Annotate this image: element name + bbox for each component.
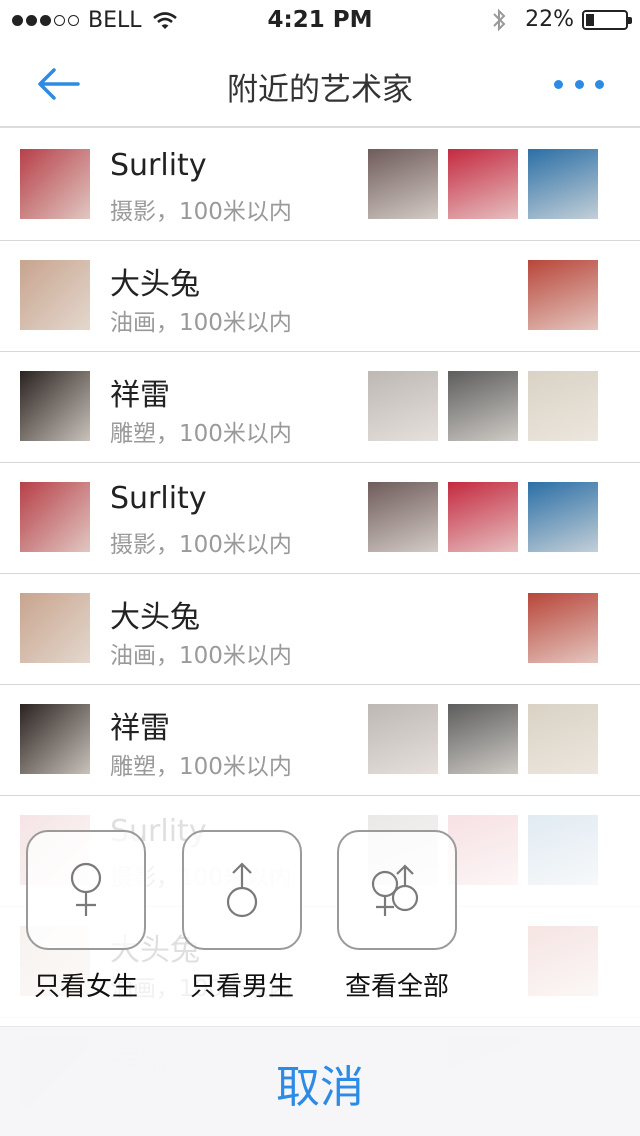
filter-label: 查看全部 [344,972,449,1002]
artwork-thumbnail[interactable] [528,260,598,330]
female-male-symbol-icon [371,864,419,916]
filter-label: 只看男生 [189,972,294,1002]
filter-icon-box[interactable] [26,830,146,950]
more-dots-icon[interactable] [554,74,604,94]
artist-name: 祥雷 [110,711,170,746]
artwork-thumbnail[interactable] [448,482,518,552]
filter-label: 只看女生 [33,972,138,1002]
cancel-label: 取消 [276,1062,364,1113]
artwork-thumbnail[interactable] [448,704,518,774]
status-bar: BELL 4:21 PM 22% [0,0,640,40]
page-title: 附近的艺术家 [227,72,413,108]
male-symbol-icon [226,862,258,918]
artist-row[interactable]: 大头兔油画，100米以内 [0,241,640,352]
artist-row[interactable]: 祥雷雕塑，100米以内 [0,685,640,796]
artist-avatar[interactable] [20,371,90,441]
artist-row[interactable]: 大头兔油画，100米以内 [0,574,640,685]
artist-name: 大头兔 [110,267,200,302]
battery-level [586,13,594,26]
artwork-thumbnail[interactable] [528,704,598,774]
filter-male-only[interactable]: 只看男生 [172,830,312,1003]
artist-row[interactable]: Surlity 摄影，100米以内 [0,463,640,574]
artwork-thumbnail[interactable] [368,149,438,219]
artist-name: 大头兔 [110,600,200,635]
bluetooth-icon [493,8,506,31]
filter-icon-box[interactable] [182,830,302,950]
battery-area: 22% [491,7,632,32]
battery-tip [628,16,632,24]
battery-icon [582,9,632,30]
artist-category-distance: 油画，100米以内 [110,643,292,669]
artwork-thumbnail[interactable] [368,482,438,552]
artwork-thumbnail[interactable] [368,371,438,441]
more-dot [554,79,563,89]
artist-row[interactable]: Surlity 摄影，100米以内 [0,130,640,241]
artist-avatar[interactable] [20,149,90,219]
filter-show-all[interactable]: 查看全部 [327,830,467,1003]
artist-category-distance: 雕塑，100米以内 [110,421,292,447]
artwork-thumbnail[interactable] [448,149,518,219]
artist-name: Surlity [110,481,207,516]
artist-avatar[interactable] [20,593,90,663]
artwork-thumbnail[interactable] [368,704,438,774]
nav-bar: 附近的艺术家 [0,40,640,128]
artist-avatar[interactable] [20,704,90,774]
artist-category-distance: 雕塑，100米以内 [110,754,292,780]
artist-row[interactable]: 祥雷雕塑，100米以内 [0,352,640,463]
artist-category-distance: 摄影，100米以内 [110,532,292,558]
artwork-thumbnail[interactable] [528,482,598,552]
artwork-thumbnail[interactable] [528,149,598,219]
artwork-thumbnail[interactable] [528,593,598,663]
filter-female-only[interactable]: 只看女生 [16,830,156,1003]
artist-name: Surlity [110,148,207,183]
filter-icon-box[interactable] [337,830,457,950]
artist-category-distance: 摄影，100米以内 [110,199,292,225]
artist-category-distance: 油画，100米以内 [110,310,292,336]
cancel-button[interactable]: 取消 [0,1026,640,1136]
artist-name: 祥雷 [110,378,170,413]
artwork-thumbnail[interactable] [528,371,598,441]
artwork-thumbnail[interactable] [448,371,518,441]
more-dot [574,79,584,89]
more-dot [595,79,604,89]
female-symbol-icon [70,862,102,916]
artist-avatar[interactable] [20,260,90,330]
artist-avatar[interactable] [20,482,90,552]
battery-percent: 22% [525,7,574,32]
